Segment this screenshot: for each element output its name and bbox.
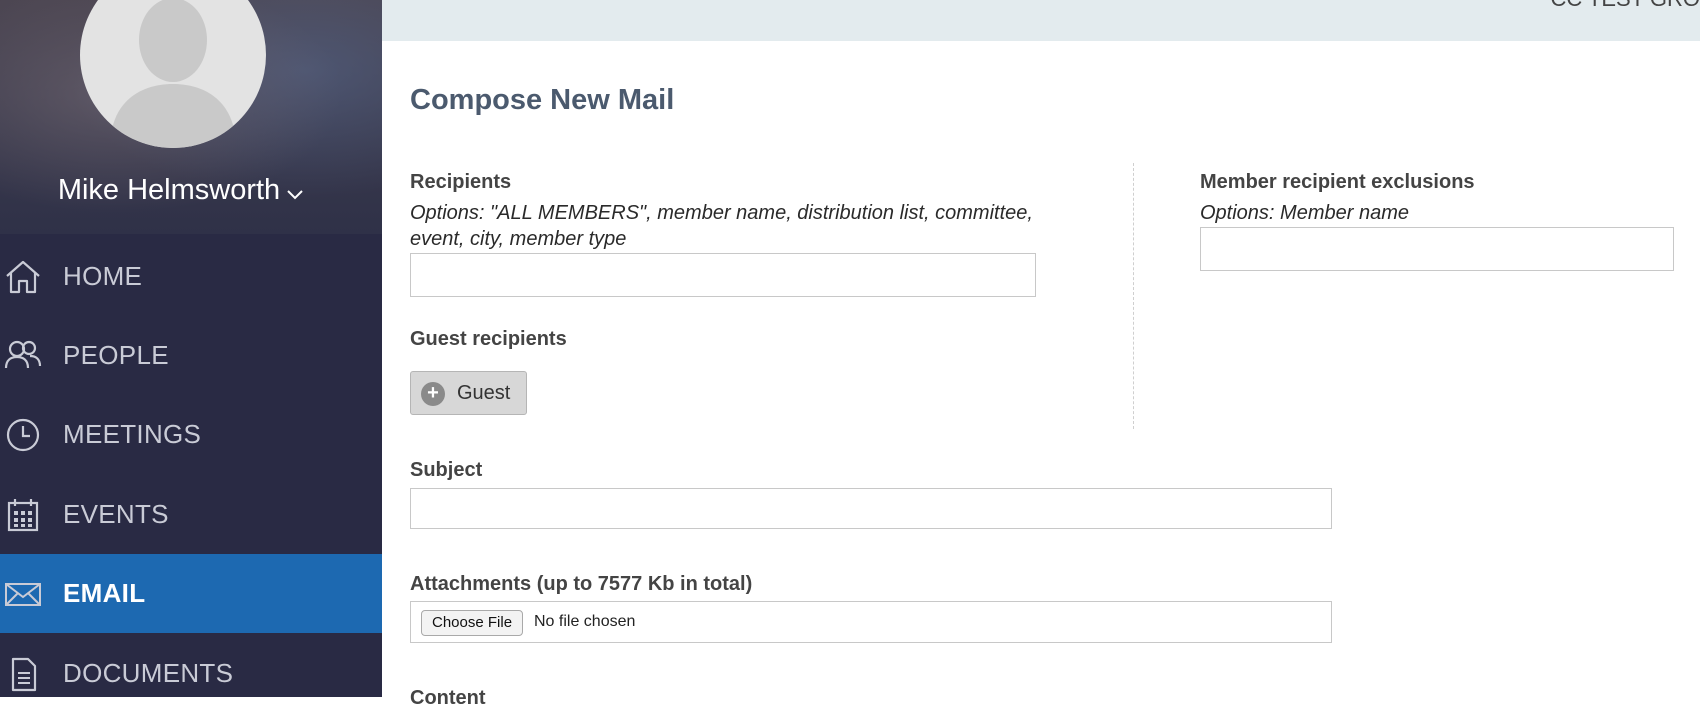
- file-status: No file chosen: [534, 613, 636, 630]
- sidebar: Mike Helmsworth HOME PEOPLE MEETINGS EVE…: [0, 0, 382, 697]
- chevron-down-icon: [286, 175, 304, 208]
- exclusions-label: Member recipient exclusions: [1200, 171, 1475, 193]
- exclusions-input[interactable]: [1200, 227, 1674, 271]
- avatar[interactable]: [80, 0, 266, 148]
- nav-label: EMAIL: [63, 578, 146, 608]
- envelope-icon: [4, 576, 42, 612]
- document-icon: [4, 656, 42, 692]
- user-menu[interactable]: Mike Helmsworth: [0, 174, 362, 208]
- person-silhouette-icon: [110, 0, 236, 148]
- profile-header: Mike Helmsworth: [0, 0, 382, 234]
- recipients-input[interactable]: [410, 253, 1036, 297]
- choose-file-button[interactable]: Choose File: [421, 610, 524, 636]
- nav-label: EVENTS: [63, 499, 169, 529]
- plus-circle-icon: +: [421, 382, 445, 406]
- nav-label: DOCUMENTS: [63, 658, 234, 688]
- clock-icon: [4, 417, 42, 453]
- nav-label: PEOPLE: [63, 340, 169, 370]
- nav-label: HOME: [63, 261, 143, 291]
- nav-item-people[interactable]: PEOPLE: [0, 316, 382, 395]
- nav-item-meetings[interactable]: MEETINGS: [0, 395, 382, 474]
- home-icon: [4, 259, 42, 295]
- nav-label: MEETINGS: [63, 419, 202, 449]
- nav-item-documents[interactable]: DOCUMENTS: [0, 634, 382, 697]
- add-guest-button[interactable]: + Guest: [410, 371, 527, 415]
- nav-item-events[interactable]: EVENTS: [0, 475, 382, 554]
- exclusions-hint: Options: Member name: [1200, 202, 1409, 224]
- attachments-file-input[interactable]: Choose File No file chosen: [410, 601, 1332, 643]
- group-name[interactable]: CC TEST GRO: [1550, 0, 1700, 12]
- people-icon: [4, 338, 42, 374]
- content-label: Content: [410, 687, 486, 709]
- page-title: Compose New Mail: [410, 84, 675, 116]
- user-name: Mike Helmsworth: [57, 174, 281, 206]
- attachments-label: Attachments (up to 7577 Kb in total): [410, 573, 753, 595]
- subject-label: Subject: [410, 459, 483, 481]
- nav-item-home[interactable]: HOME: [0, 237, 382, 316]
- add-guest-label: Guest: [457, 382, 511, 404]
- recipients-hint: Options: "ALL MEMBERS", member name, dis…: [410, 202, 1033, 250]
- column-divider: [1133, 163, 1134, 429]
- subject-input[interactable]: [410, 488, 1332, 529]
- nav-item-email[interactable]: EMAIL: [0, 554, 382, 633]
- guest-recipients-label: Guest recipients: [410, 328, 567, 350]
- calendar-icon: [4, 497, 42, 533]
- recipients-label: Recipients: [410, 171, 512, 193]
- top-bar: CC TEST GRO: [382, 0, 1700, 41]
